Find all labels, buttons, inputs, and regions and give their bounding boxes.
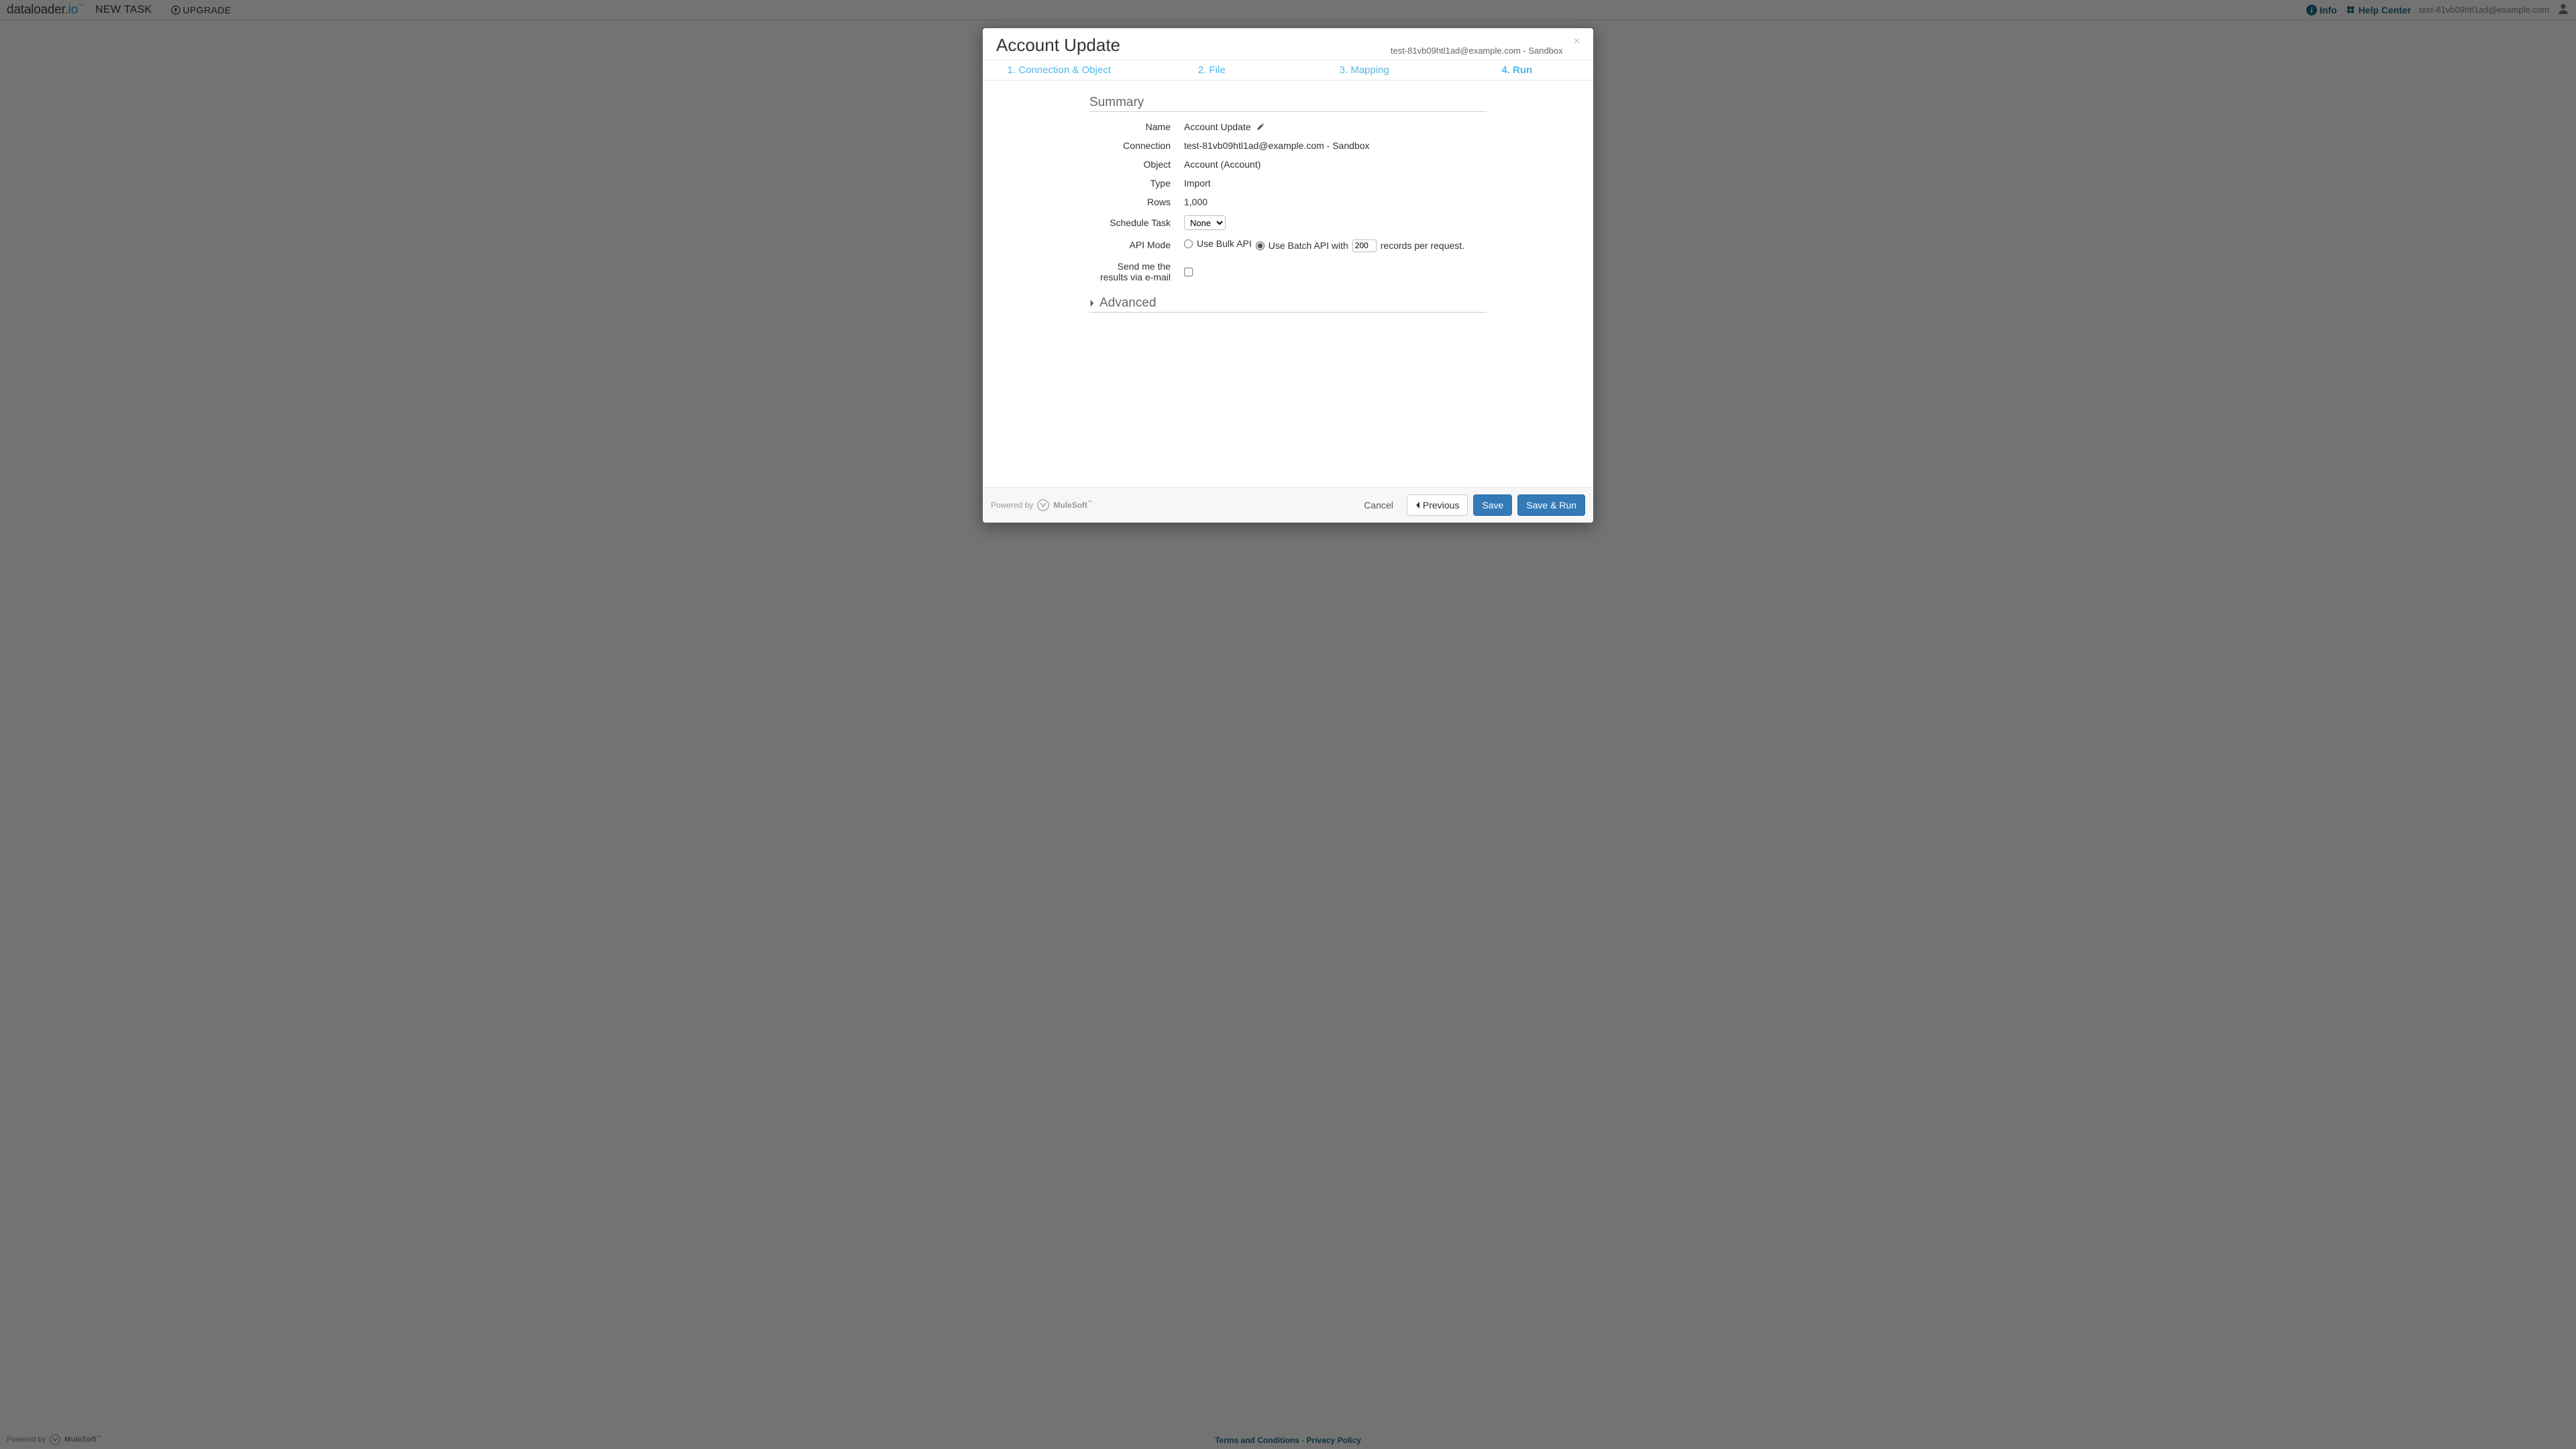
modal-powered-by: Powered by MuleSoft™ <box>991 499 1092 511</box>
step-file[interactable]: 2. File <box>1136 60 1289 80</box>
label-rows: Rows <box>1089 197 1184 207</box>
value-type: Import <box>1184 178 1211 189</box>
modal-powered-label: Powered by <box>991 500 1033 510</box>
task-modal: Account Update test-81vb09htl1ad@example… <box>983 28 1593 523</box>
previous-label: Previous <box>1423 500 1459 511</box>
label-type: Type <box>1089 178 1184 189</box>
value-object: Account (Account) <box>1184 159 1260 170</box>
advanced-label: Advanced <box>1099 296 1157 311</box>
save-button[interactable]: Save <box>1473 494 1512 516</box>
chevron-left-icon <box>1415 502 1421 508</box>
label-name: Name <box>1089 121 1184 132</box>
batch-size-input[interactable] <box>1352 239 1377 252</box>
label-api-mode: API Mode <box>1089 238 1184 250</box>
save-run-button[interactable]: Save & Run <box>1517 494 1585 516</box>
value-rows: 1,000 <box>1184 197 1208 207</box>
step-tabs: 1. Connection & Object 2. File 3. Mappin… <box>983 60 1593 80</box>
batch-api-suffix: records per request. <box>1381 240 1464 251</box>
edit-name-icon[interactable] <box>1256 123 1265 131</box>
modal-footer: Powered by MuleSoft™ Cancel Previous Sav… <box>983 487 1593 523</box>
previous-button[interactable]: Previous <box>1407 494 1468 516</box>
value-connection: test-81vb09htl1ad@example.com - Sandbox <box>1184 140 1369 151</box>
step-mapping[interactable]: 3. Mapping <box>1288 60 1441 80</box>
modal-title: Account Update <box>996 35 1120 56</box>
step-run[interactable]: 4. Run <box>1441 60 1594 80</box>
email-results-checkbox[interactable] <box>1184 268 1193 276</box>
modal-header: Account Update test-81vb09htl1ad@example… <box>983 28 1593 60</box>
close-icon[interactable]: × <box>1574 36 1580 47</box>
cancel-button[interactable]: Cancel <box>1356 495 1401 515</box>
label-email: Send me the results via e-mail <box>1089 261 1184 282</box>
modal-brand-tm: ™ <box>1087 500 1092 505</box>
radio-bulk-api[interactable] <box>1184 239 1193 248</box>
chevron-right-icon <box>1089 299 1095 307</box>
value-name: Account Update <box>1184 121 1251 132</box>
bulk-api-label: Use Bulk API <box>1197 238 1252 249</box>
advanced-heading[interactable]: Advanced <box>1089 296 1487 313</box>
mulesoft-icon <box>1037 499 1049 511</box>
schedule-select[interactable]: None <box>1184 215 1226 230</box>
batch-api-prefix: Use Batch API with <box>1269 240 1348 251</box>
modal-brand-label: MuleSoft <box>1053 500 1087 510</box>
modal-subtitle: test-81vb09htl1ad@example.com - Sandbox <box>1391 46 1563 56</box>
label-connection: Connection <box>1089 140 1184 151</box>
modal-body: Summary Name Account Update Connection t… <box>983 80 1593 487</box>
label-schedule: Schedule Task <box>1089 217 1184 228</box>
step-connection[interactable]: 1. Connection & Object <box>983 60 1136 80</box>
label-object: Object <box>1089 159 1184 170</box>
radio-batch-api[interactable] <box>1256 241 1265 250</box>
summary-heading: Summary <box>1089 95 1487 112</box>
